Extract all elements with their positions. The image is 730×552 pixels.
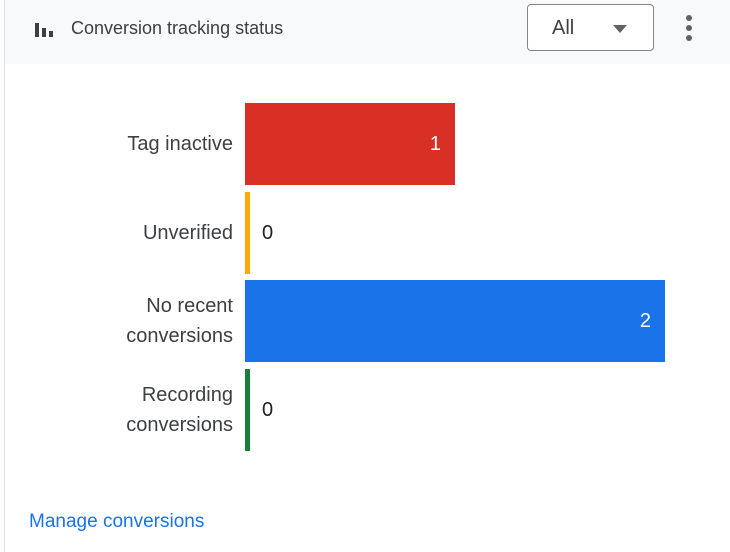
- conversion-tracking-card: Conversion tracking status All Tag inact…: [4, 0, 730, 552]
- bar-value-label: 0: [262, 221, 274, 244]
- bar-value-label: 2: [639, 310, 651, 332]
- bar[interactable]: [245, 368, 250, 451]
- bar-label: Tag inactive: [45, 129, 233, 159]
- bar-label: Unverified: [45, 218, 233, 248]
- bar[interactable]: [245, 191, 250, 274]
- bar-label-line: Tag inactive: [127, 133, 233, 155]
- bar-label-line: Recording: [141, 383, 233, 406]
- bar-value-label: 1: [429, 133, 441, 155]
- manage-conversions-link[interactable]: Manage conversions: [29, 511, 204, 533]
- bar-label-line: conversions: [126, 413, 233, 436]
- bar-value-label: 0: [262, 398, 274, 421]
- bar-label-line: No recent: [146, 295, 233, 317]
- bar-label: No recent conversions: [45, 291, 233, 351]
- bar-label-line: conversions: [126, 325, 233, 347]
- bar-label: Recording conversions: [45, 380, 233, 440]
- bar-label-line: Unverified: [142, 221, 233, 244]
- conversion-status-chart: Tag inactive 1 Unverified 0 No recent convers…: [5, 0, 730, 552]
